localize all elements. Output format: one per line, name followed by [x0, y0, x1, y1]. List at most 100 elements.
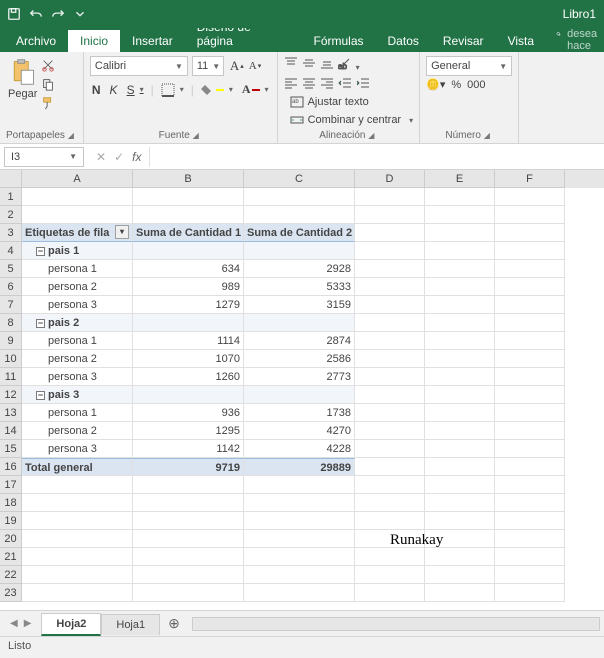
row-header[interactable]: 7 [0, 296, 22, 314]
cell[interactable]: persona 1 [22, 404, 133, 422]
cell[interactable] [244, 242, 355, 260]
accounting-format-icon[interactable]: 🪙▾ [426, 78, 445, 91]
cell[interactable] [22, 548, 133, 566]
cell[interactable] [495, 548, 565, 566]
cell[interactable]: 2928 [244, 260, 355, 278]
row-header[interactable]: 9 [0, 332, 22, 350]
row-header[interactable]: 3 [0, 224, 22, 242]
align-top-icon[interactable] [284, 56, 298, 73]
cell[interactable] [495, 296, 565, 314]
cell[interactable] [133, 584, 244, 602]
cell[interactable] [495, 458, 565, 476]
tab-home[interactable]: Inicio [68, 30, 120, 52]
cell[interactable] [355, 242, 425, 260]
cell[interactable] [133, 530, 244, 548]
cell[interactable] [495, 440, 565, 458]
tab-insert[interactable]: Insertar [120, 30, 185, 52]
cell[interactable] [355, 512, 425, 530]
fx-icon[interactable]: fx [132, 150, 141, 164]
cell[interactable] [425, 386, 495, 404]
row-header[interactable]: 16 [0, 458, 22, 476]
cell[interactable]: −pais 3 [22, 386, 133, 404]
row-header[interactable]: 18 [0, 494, 22, 512]
cell[interactable] [495, 332, 565, 350]
cell[interactable] [495, 314, 565, 332]
cell[interactable] [22, 206, 133, 224]
cell[interactable] [355, 404, 425, 422]
cell[interactable]: −pais 1 [22, 242, 133, 260]
cell[interactable]: persona 3 [22, 296, 133, 314]
cell[interactable] [133, 476, 244, 494]
cell[interactable] [425, 512, 495, 530]
cell[interactable] [355, 440, 425, 458]
horizontal-scrollbar[interactable] [192, 617, 600, 631]
cell[interactable] [355, 260, 425, 278]
row-header[interactable]: 11 [0, 368, 22, 386]
percent-format-icon[interactable]: % [451, 79, 461, 91]
cell[interactable] [355, 206, 425, 224]
cell[interactable]: 2773 [244, 368, 355, 386]
cell[interactable]: persona 2 [22, 278, 133, 296]
cut-icon[interactable] [41, 58, 55, 75]
pivot-filter-icon[interactable]: ▾ [115, 225, 129, 239]
cell[interactable] [495, 494, 565, 512]
cell[interactable] [355, 386, 425, 404]
cell[interactable] [355, 494, 425, 512]
cell[interactable]: 989 [133, 278, 244, 296]
cell[interactable]: 1114 [133, 332, 244, 350]
cell[interactable]: persona 1 [22, 260, 133, 278]
cell[interactable] [355, 296, 425, 314]
cell[interactable] [133, 314, 244, 332]
comma-format-icon[interactable]: 000 [467, 79, 485, 91]
cell[interactable]: 9719 [133, 458, 244, 476]
formula-input[interactable] [149, 147, 604, 167]
cell[interactable] [244, 512, 355, 530]
decrease-indent-icon[interactable] [338, 76, 352, 93]
row-header[interactable]: 15 [0, 440, 22, 458]
column-header[interactable]: B [133, 170, 244, 188]
cell[interactable] [355, 422, 425, 440]
cell[interactable] [355, 458, 425, 476]
cell[interactable] [355, 584, 425, 602]
cancel-formula-icon[interactable]: ✕ [96, 150, 106, 164]
cell[interactable]: 1142 [133, 440, 244, 458]
cell[interactable] [495, 368, 565, 386]
cell[interactable] [495, 566, 565, 584]
tab-data[interactable]: Datos [376, 30, 431, 52]
cell[interactable] [425, 548, 495, 566]
qat-dropdown-icon[interactable] [72, 6, 88, 22]
cell[interactable] [425, 422, 495, 440]
cell[interactable] [495, 422, 565, 440]
increase-indent-icon[interactable] [356, 76, 370, 93]
cell[interactable]: 634 [133, 260, 244, 278]
cell[interactable] [133, 512, 244, 530]
cell[interactable] [425, 350, 495, 368]
cell[interactable] [495, 242, 565, 260]
decrease-font-icon[interactable]: A▾ [247, 57, 263, 75]
cell[interactable] [425, 332, 495, 350]
cell[interactable] [22, 512, 133, 530]
cell[interactable] [425, 188, 495, 206]
align-right-icon[interactable] [320, 76, 334, 93]
row-header[interactable]: 12 [0, 386, 22, 404]
cell[interactable] [425, 242, 495, 260]
save-icon[interactable] [6, 6, 22, 22]
row-header[interactable]: 8 [0, 314, 22, 332]
column-header[interactable]: A [22, 170, 133, 188]
cell[interactable]: 1738 [244, 404, 355, 422]
align-left-icon[interactable] [284, 76, 298, 93]
cell[interactable] [355, 278, 425, 296]
cell[interactable] [495, 188, 565, 206]
bold-button[interactable]: N [90, 82, 103, 98]
sheet-nav-prev-icon[interactable]: ◀ [10, 618, 18, 629]
align-center-icon[interactable] [302, 76, 316, 93]
column-header[interactable]: D [355, 170, 425, 188]
cell[interactable]: −pais 2 [22, 314, 133, 332]
tab-view[interactable]: Vista [496, 30, 546, 52]
cell[interactable] [133, 206, 244, 224]
align-middle-icon[interactable] [302, 56, 316, 73]
wrap-text-button[interactable]: abAjustar texto [290, 95, 414, 109]
cell[interactable] [22, 188, 133, 206]
copy-icon[interactable] [41, 77, 55, 94]
cell[interactable]: Etiquetas de fila▾ [22, 224, 133, 242]
